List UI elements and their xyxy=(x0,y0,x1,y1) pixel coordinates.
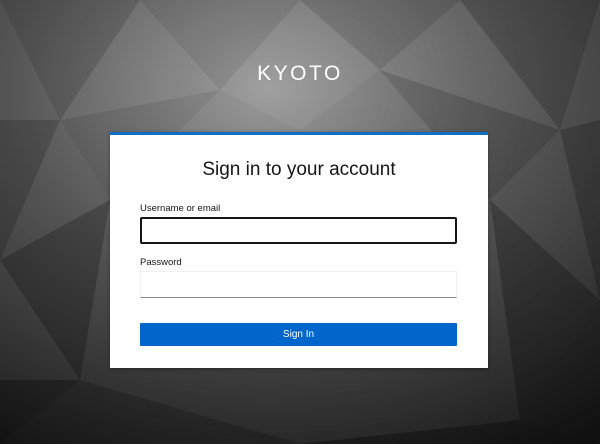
realm-title: KYOTO xyxy=(257,62,343,85)
password-label: Password xyxy=(140,257,182,268)
username-label: Username or email xyxy=(140,203,221,214)
username-input[interactable] xyxy=(140,217,457,244)
password-input[interactable] xyxy=(140,271,457,298)
login-card: Sign in to your account Username or emai… xyxy=(110,132,488,368)
sign-in-button[interactable]: Sign In xyxy=(140,323,457,346)
login-heading: Sign in to your account xyxy=(202,159,396,180)
